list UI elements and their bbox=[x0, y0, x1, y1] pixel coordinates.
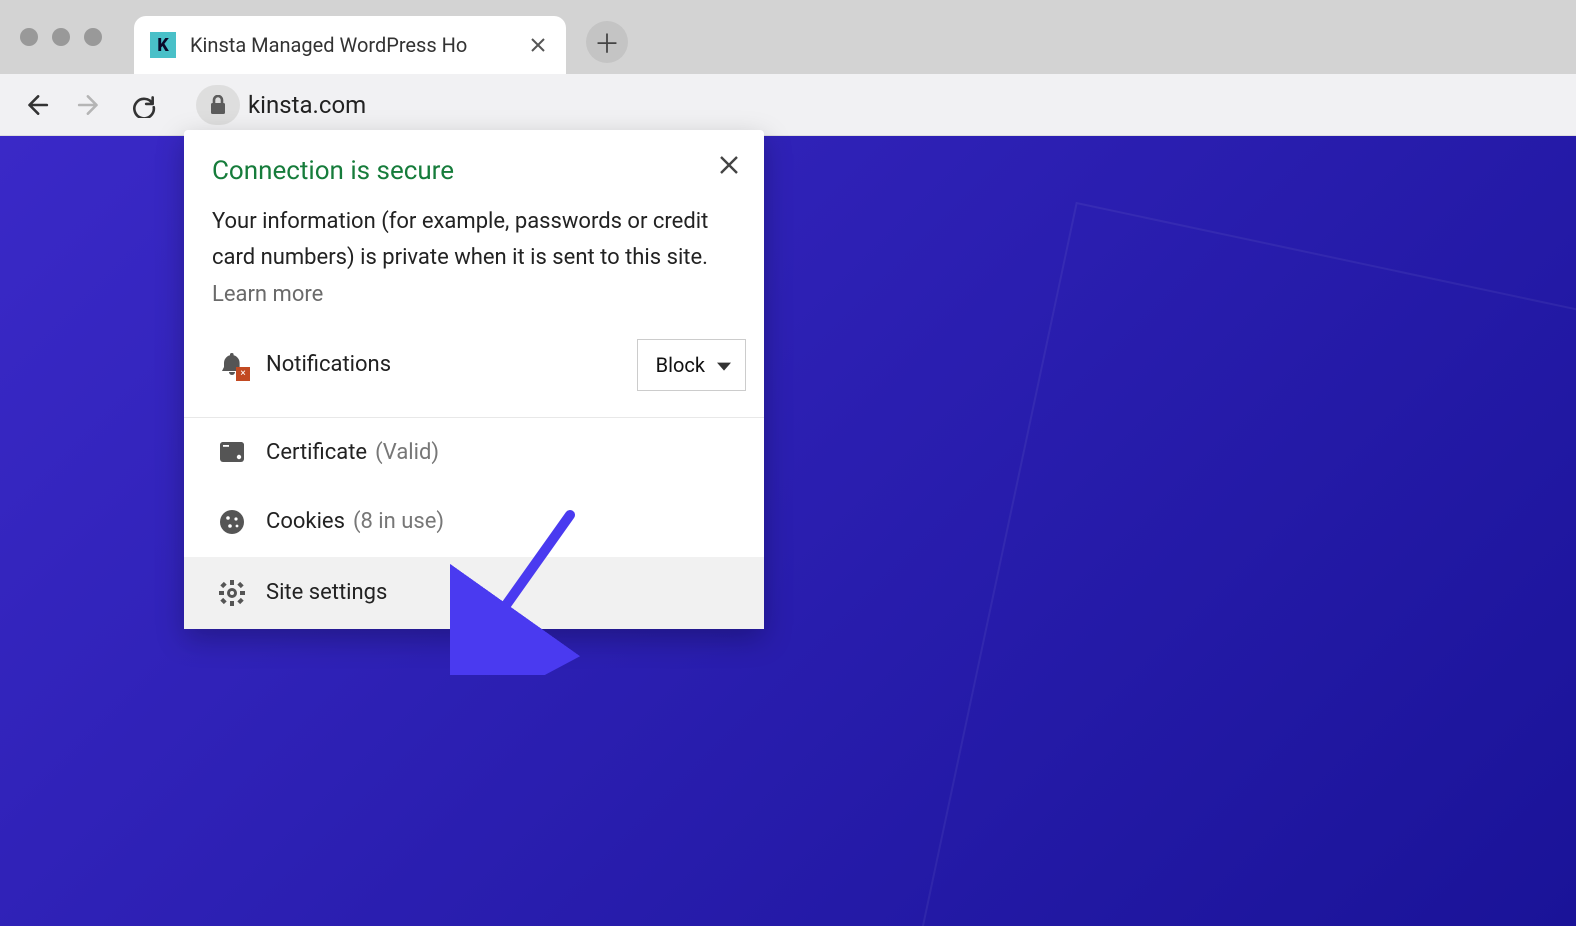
site-info-button[interactable] bbox=[196, 85, 240, 125]
minimize-window-dot[interactable] bbox=[52, 28, 70, 46]
permission-notifications: × Notifications Block bbox=[184, 313, 764, 417]
certificate-label: Certificate bbox=[266, 440, 367, 465]
tab-favicon: K bbox=[150, 32, 176, 58]
cookie-icon bbox=[212, 509, 252, 535]
tab-title: Kinsta Managed WordPress Ho bbox=[190, 33, 516, 57]
forward-button[interactable] bbox=[68, 83, 112, 127]
tab-strip: K Kinsta Managed WordPress Ho ＋ bbox=[0, 0, 1576, 74]
new-tab-button[interactable]: ＋ bbox=[586, 21, 628, 63]
close-icon bbox=[719, 155, 739, 175]
cookies-row[interactable]: Cookies (8 in use) bbox=[184, 487, 764, 557]
cookies-label: Cookies bbox=[266, 509, 345, 534]
address-host: kinsta.com bbox=[248, 91, 366, 119]
site-info-popup: Connection is secure Your information (f… bbox=[184, 130, 764, 629]
lock-icon bbox=[209, 95, 227, 115]
learn-more-link[interactable]: Learn more bbox=[212, 282, 323, 307]
certificate-row[interactable]: Certificate (Valid) bbox=[184, 418, 764, 487]
close-window-dot[interactable] bbox=[20, 28, 38, 46]
maximize-window-dot[interactable] bbox=[84, 28, 102, 46]
browser-toolbar: kinsta.com bbox=[0, 74, 1576, 136]
site-settings-label: Site settings bbox=[266, 580, 387, 605]
popup-close-button[interactable] bbox=[714, 150, 744, 180]
permission-label: Notifications bbox=[266, 352, 637, 377]
back-button[interactable] bbox=[14, 83, 58, 127]
close-tab-icon[interactable] bbox=[530, 37, 546, 53]
popup-description: Your information (for example, passwords… bbox=[184, 186, 764, 313]
certificate-icon bbox=[212, 441, 252, 463]
window-controls bbox=[20, 28, 102, 46]
reload-button[interactable] bbox=[122, 83, 166, 127]
gear-icon bbox=[212, 579, 252, 607]
cookies-status: (8 in use) bbox=[353, 509, 444, 534]
bell-icon: × bbox=[212, 351, 252, 379]
browser-tab[interactable]: K Kinsta Managed WordPress Ho bbox=[134, 16, 566, 74]
certificate-status: (Valid) bbox=[375, 440, 439, 465]
site-settings-row[interactable]: Site settings bbox=[184, 557, 764, 629]
permission-select[interactable]: Block bbox=[637, 339, 746, 391]
popup-title: Connection is secure bbox=[212, 156, 736, 186]
address-bar[interactable]: kinsta.com bbox=[186, 83, 1562, 127]
